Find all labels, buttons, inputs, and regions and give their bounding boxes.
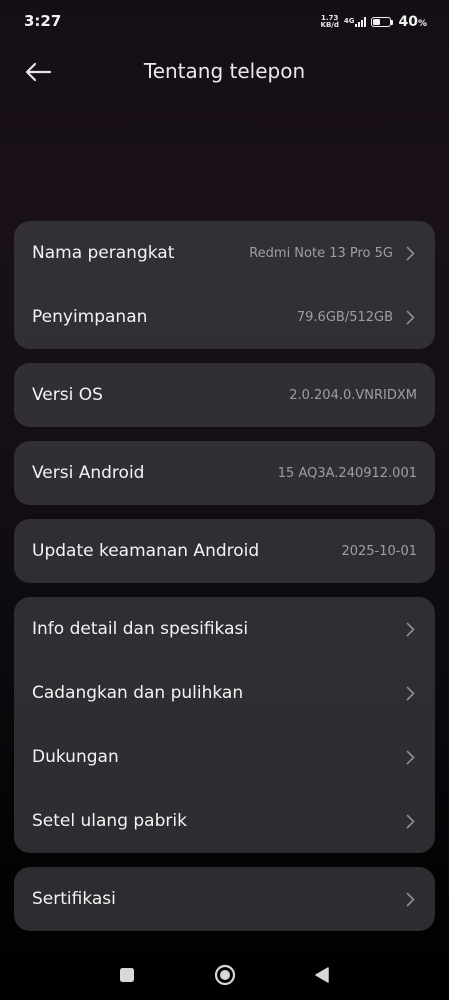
- battery-percent-value: 40: [398, 14, 418, 30]
- backup-restore-label: Cadangkan dan pulihkan: [32, 683, 244, 703]
- battery-percent: 40%: [398, 14, 427, 30]
- storage-label: Penyimpanan: [32, 307, 148, 327]
- nav-back-button[interactable]: [307, 960, 337, 990]
- certification-row[interactable]: Sertifikasi: [14, 867, 435, 931]
- device-name-value: Redmi Note 13 Pro 5G: [249, 245, 393, 261]
- recents-button[interactable]: [112, 960, 142, 990]
- system-nav-bar: [0, 950, 449, 1000]
- chevron-right-icon: [403, 891, 417, 907]
- storage-row[interactable]: Penyimpanan 79.6GB/512GB: [14, 285, 435, 349]
- status-icons: 1.73 KB/d 4G 40%: [321, 12, 427, 32]
- network-speed: 1.73 KB/d: [321, 15, 339, 29]
- square-icon: [120, 968, 134, 982]
- os-version-row[interactable]: Versi OS 2.0.204.0.VNRIDXM: [14, 363, 435, 427]
- certification-label: Sertifikasi: [32, 889, 116, 909]
- device-name-label: Nama perangkat: [32, 243, 175, 263]
- triangle-back-icon: [315, 967, 329, 983]
- security-update-row[interactable]: Update keamanan Android 2025-10-01: [14, 519, 435, 583]
- android-version-label: Versi Android: [32, 463, 145, 483]
- support-label: Dukungan: [32, 747, 119, 767]
- chevron-right-icon: [403, 685, 417, 701]
- chevron-right-icon: [403, 813, 417, 829]
- network-type-label: 4G: [343, 17, 355, 25]
- android-version-value: 15 AQ3A.240912.001: [277, 465, 417, 481]
- factory-reset-label: Setel ulang pabrik: [32, 811, 187, 831]
- certification-card: Sertifikasi: [14, 867, 435, 931]
- storage-value: 79.6GB/512GB: [296, 309, 393, 325]
- os-version-value: 2.0.204.0.VNRIDXM: [289, 387, 417, 403]
- chevron-right-icon: [403, 749, 417, 765]
- battery-icon: [371, 17, 394, 27]
- app-header: Tentang telepon: [0, 50, 449, 94]
- os-version-card: Versi OS 2.0.204.0.VNRIDXM: [14, 363, 435, 427]
- battery-fill: [373, 19, 380, 25]
- detail-specs-label: Info detail dan spesifikasi: [32, 619, 249, 639]
- options-card: Info detail dan spesifikasi Cadangkan da…: [14, 597, 435, 853]
- network-speed-unit: KB/d: [320, 21, 339, 29]
- chevron-right-icon: [403, 309, 417, 325]
- security-update-label: Update keamanan Android: [32, 541, 260, 561]
- home-button[interactable]: [210, 960, 240, 990]
- security-update-card: Update keamanan Android 2025-10-01: [14, 519, 435, 583]
- page-title: Tentang telepon: [143, 59, 306, 83]
- device-name-row[interactable]: Nama perangkat Redmi Note 13 Pro 5G: [14, 221, 435, 285]
- support-row[interactable]: Dukungan: [14, 725, 435, 789]
- security-update-value: 2025-10-01: [341, 543, 417, 559]
- status-bar: 3:27 1.73 KB/d 4G 40%: [0, 0, 449, 44]
- detail-specs-row[interactable]: Info detail dan spesifikasi: [14, 597, 435, 661]
- chevron-right-icon: [403, 245, 417, 261]
- circle-icon: [214, 964, 236, 986]
- battery-percent-sign: %: [417, 19, 427, 29]
- factory-reset-row[interactable]: Setel ulang pabrik: [14, 789, 435, 853]
- android-version-card: Versi Android 15 AQ3A.240912.001: [14, 441, 435, 505]
- device-card: Nama perangkat Redmi Note 13 Pro 5G Peny…: [14, 221, 435, 349]
- status-time: 3:27: [24, 12, 62, 30]
- android-version-row[interactable]: Versi Android 15 AQ3A.240912.001: [14, 441, 435, 505]
- signal-bars-icon: [355, 17, 367, 27]
- chevron-right-icon: [403, 621, 417, 637]
- os-version-label: Versi OS: [32, 385, 103, 405]
- backup-restore-row[interactable]: Cadangkan dan pulihkan: [14, 661, 435, 725]
- signal-indicator: 4G: [344, 17, 367, 27]
